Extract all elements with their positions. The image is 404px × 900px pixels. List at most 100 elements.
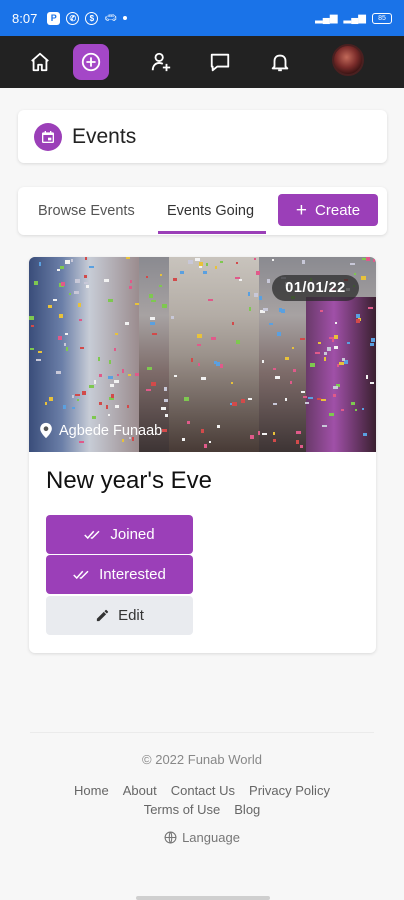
confetti-piece xyxy=(293,369,296,372)
confetti-piece xyxy=(269,323,273,325)
confetti-piece xyxy=(117,374,119,376)
confetti-piece xyxy=(99,402,102,405)
confetti-piece xyxy=(122,439,124,442)
signal-icon-2: ▂▄▆ xyxy=(343,12,366,24)
confetti-piece xyxy=(174,375,177,377)
footer-link-terms[interactable]: Terms of Use xyxy=(144,802,221,817)
confetti-piece xyxy=(335,322,337,324)
create-event-button[interactable]: + Create xyxy=(278,194,378,226)
confetti-piece xyxy=(65,260,70,264)
app-notification-icon: P xyxy=(47,11,61,25)
confetti-piece xyxy=(259,296,262,300)
footer-link-blog[interactable]: Blog xyxy=(234,802,260,817)
confetti-piece xyxy=(71,259,73,262)
confetti-piece xyxy=(279,308,282,312)
confetti-piece xyxy=(201,429,204,433)
footer-link-privacy[interactable]: Privacy Policy xyxy=(249,783,330,798)
car-icon: 🚗︎ xyxy=(104,12,118,24)
confetti-piece xyxy=(98,357,100,361)
confetti-piece xyxy=(356,319,360,323)
confetti-piece xyxy=(152,333,157,335)
confetti-piece xyxy=(86,285,89,288)
home-button[interactable] xyxy=(22,44,58,80)
battery-icon: 85 xyxy=(372,12,392,24)
event-cover-image[interactable]: 01/01/22 Agbede Funaab xyxy=(29,257,376,452)
joined-button[interactable]: Joined xyxy=(46,515,193,554)
confetti-piece xyxy=(56,371,61,374)
confetti-piece xyxy=(63,405,66,409)
confetti-piece xyxy=(341,409,344,411)
messages-button[interactable] xyxy=(202,44,238,80)
confetti-piece xyxy=(199,266,202,268)
confetti-piece xyxy=(75,279,80,283)
notifications-button[interactable] xyxy=(262,44,298,80)
confetti-piece xyxy=(370,382,374,384)
confetti-piece xyxy=(236,340,240,344)
language-selector[interactable]: Language xyxy=(0,830,404,845)
confetti-piece xyxy=(74,291,79,294)
interested-button[interactable]: Interested xyxy=(46,555,193,594)
confetti-piece xyxy=(362,258,366,260)
confetti-piece xyxy=(366,375,368,379)
confetti-piece xyxy=(39,262,41,266)
confetti-piece xyxy=(329,413,334,416)
confetti-piece xyxy=(64,343,66,346)
confetti-piece xyxy=(310,363,315,367)
confetti-piece xyxy=(272,259,274,261)
event-card[interactable]: 01/01/22 Agbede Funaab New year's Eve Jo… xyxy=(29,257,376,653)
confetti-piece xyxy=(322,425,327,427)
event-title[interactable]: New year's Eve xyxy=(46,467,212,495)
footer-link-home[interactable]: Home xyxy=(74,783,109,798)
user-avatar[interactable] xyxy=(332,44,364,76)
confetti-piece xyxy=(263,308,268,311)
confetti-piece xyxy=(296,431,301,434)
tab-browse-events[interactable]: Browse Events xyxy=(38,187,135,235)
add-friend-button[interactable] xyxy=(143,44,179,80)
confetti-piece xyxy=(135,303,139,305)
footer-link-contact[interactable]: Contact Us xyxy=(171,783,235,798)
confetti-piece xyxy=(34,281,38,285)
confetti-piece xyxy=(161,407,166,409)
confetti-piece xyxy=(373,259,375,262)
confetti-piece xyxy=(114,348,116,351)
confetti-piece xyxy=(85,257,87,260)
confetti-piece xyxy=(206,263,208,266)
confetti-piece xyxy=(208,299,213,301)
confetti-piece xyxy=(49,397,53,401)
confetti-piece xyxy=(162,429,167,432)
active-tab-indicator xyxy=(158,231,266,234)
confetti-piece xyxy=(72,395,74,398)
confetti-piece xyxy=(92,266,94,268)
tab-events-going[interactable]: Events Going xyxy=(167,187,254,235)
top-navigation xyxy=(0,36,404,88)
confetti-piece xyxy=(318,342,321,344)
confetti-piece xyxy=(197,344,201,346)
confetti-piece xyxy=(356,314,360,318)
confetti-piece xyxy=(36,359,41,361)
confetti-piece xyxy=(342,358,345,361)
confetti-piece xyxy=(220,364,223,368)
confetti-piece xyxy=(122,369,124,373)
edit-button[interactable]: Edit xyxy=(46,596,193,635)
joined-label: Joined xyxy=(110,526,155,543)
plus-circle-icon xyxy=(81,52,101,72)
language-label: Language xyxy=(182,830,240,845)
confetti-piece xyxy=(248,292,250,296)
double-check-icon xyxy=(73,570,89,579)
confetti-piece xyxy=(232,322,234,325)
confetti-piece xyxy=(216,362,220,366)
confetti-piece xyxy=(151,300,156,302)
home-indicator[interactable] xyxy=(136,896,270,900)
confetti-piece xyxy=(79,319,82,321)
create-nav-button[interactable] xyxy=(73,44,109,80)
confetti-piece xyxy=(241,399,245,403)
confetti-piece xyxy=(277,332,281,336)
confetti-piece xyxy=(75,394,80,396)
confetti-piece xyxy=(262,360,264,363)
footer-link-about[interactable]: About xyxy=(123,783,157,798)
confetti-piece xyxy=(111,394,114,398)
confetti-piece xyxy=(53,299,57,301)
confetti-piece xyxy=(275,376,280,379)
confetti-piece xyxy=(350,263,355,265)
confetti-piece xyxy=(333,386,338,389)
